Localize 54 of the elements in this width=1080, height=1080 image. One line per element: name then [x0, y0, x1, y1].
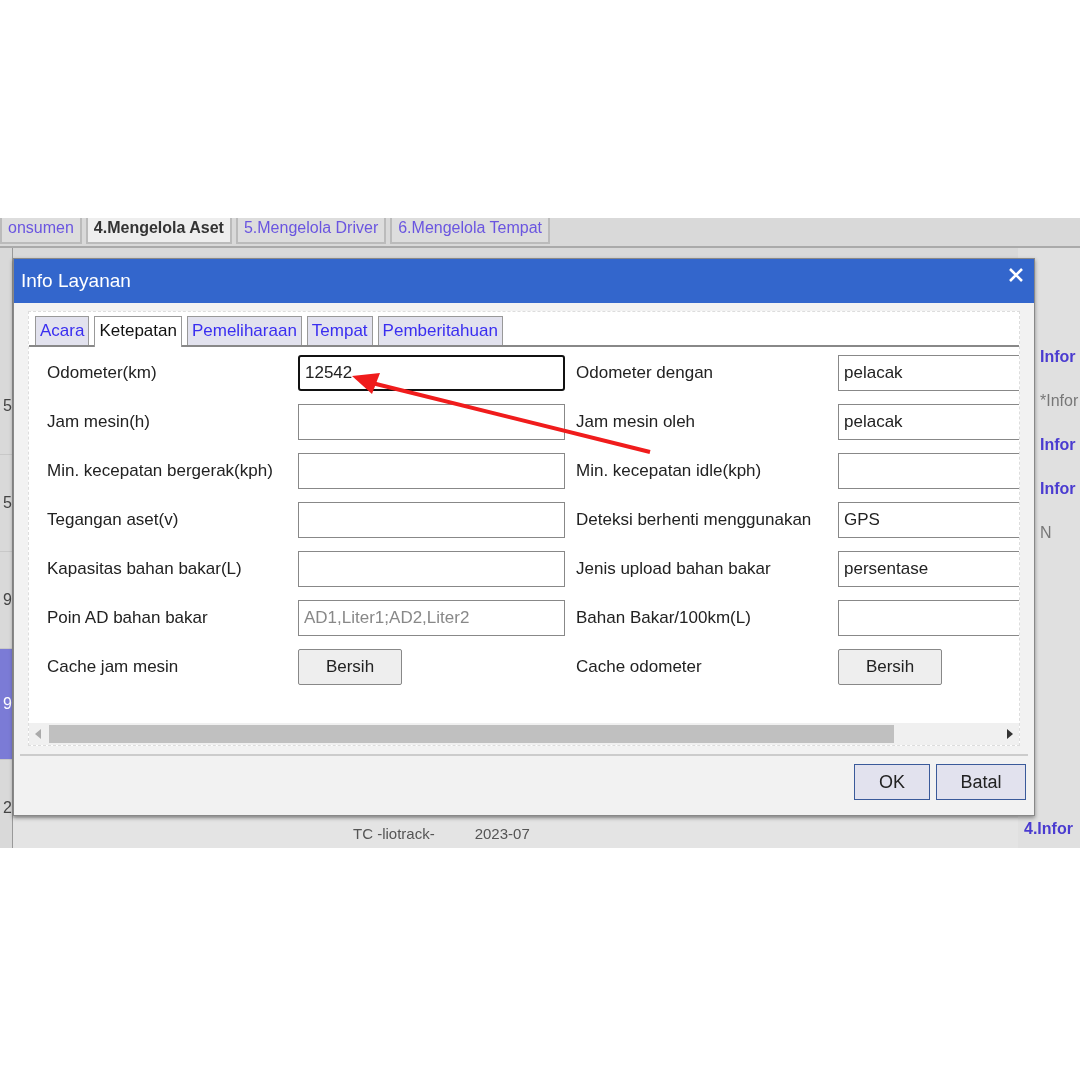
- field-label: Jenis upload bahan bakar: [576, 559, 772, 579]
- field-label: Tegangan aset(v): [47, 510, 180, 530]
- scroll-left-icon[interactable]: [35, 729, 41, 739]
- dialog-button[interactable]: OK: [854, 764, 930, 800]
- field-label: Jam mesin(h): [47, 412, 151, 432]
- input-field[interactable]: persentase: [838, 551, 1019, 587]
- close-icon[interactable]: [1008, 267, 1024, 283]
- app-tab[interactable]: 5.Mengelola Driver: [235, 218, 387, 244]
- field-label: Jam mesin oleh: [576, 412, 697, 432]
- tab[interactable]: Pemberitahuan: [377, 316, 503, 345]
- input-field[interactable]: [298, 551, 565, 587]
- table-cell: 5: [0, 455, 12, 552]
- input-field[interactable]: 12542: [298, 355, 565, 391]
- app-tab[interactable]: onsumen: [0, 218, 82, 244]
- field-label: Kapasitas bahan bakar(L): [47, 559, 243, 579]
- section-heading: Infor: [1039, 480, 1077, 499]
- field-label: Poin AD bahan bakar: [47, 608, 209, 628]
- field-label: Min. kecepatan idle(kph): [576, 461, 763, 481]
- panel-text: N: [1039, 524, 1053, 543]
- tab[interactable]: Ketepatan: [94, 316, 182, 347]
- table-cell: 2023-07: [474, 824, 530, 842]
- table-cell: 2: [0, 760, 12, 848]
- field-label: Odometer(km): [47, 363, 158, 383]
- tab[interactable]: Pemeliharaan: [186, 316, 302, 345]
- table-cell: 9: [0, 649, 12, 760]
- app-tab[interactable]: 6.Mengelola Tempat: [390, 218, 550, 244]
- input-field[interactable]: [298, 404, 565, 440]
- dialog-title: Info Layanan: [21, 270, 131, 292]
- input-field[interactable]: [298, 453, 565, 489]
- section-heading: Infor: [1039, 436, 1077, 455]
- section-heading: 4.Infor: [1023, 820, 1074, 838]
- dialog-button[interactable]: Batal: [936, 764, 1026, 800]
- field-label: Deteksi berhenti menggunakan: [576, 510, 813, 530]
- tab[interactable]: Tempat: [306, 316, 373, 345]
- field-label: Cache jam mesin: [47, 657, 180, 677]
- input-field[interactable]: AD1,Liter1;AD2,Liter2: [298, 600, 565, 636]
- panel-text: *Infor: [1039, 392, 1080, 411]
- table-cell: TC -liotrack-: [353, 824, 435, 842]
- input-field[interactable]: pelacak: [838, 355, 1019, 391]
- clear-button[interactable]: Bersih: [838, 649, 942, 685]
- input-field[interactable]: GPS: [838, 502, 1019, 538]
- scroll-right-icon[interactable]: [1007, 729, 1013, 739]
- input-field[interactable]: pelacak: [838, 404, 1019, 440]
- field-label: Bahan Bakar/100km(L): [576, 608, 752, 628]
- table-cell: 5: [0, 358, 12, 455]
- section-heading: Infor: [1039, 348, 1077, 367]
- app-tab[interactable]: 4.Mengelola Aset: [85, 218, 232, 244]
- tab[interactable]: Acara: [35, 316, 90, 345]
- field-label: Odometer dengan: [576, 363, 715, 383]
- clear-button[interactable]: Bersih: [298, 649, 402, 685]
- input-field[interactable]: [298, 502, 565, 538]
- field-label: Cache odometer: [576, 657, 703, 677]
- field-label: Min. kecepatan bergerak(kph): [47, 461, 274, 481]
- scrollbar[interactable]: [29, 723, 1019, 745]
